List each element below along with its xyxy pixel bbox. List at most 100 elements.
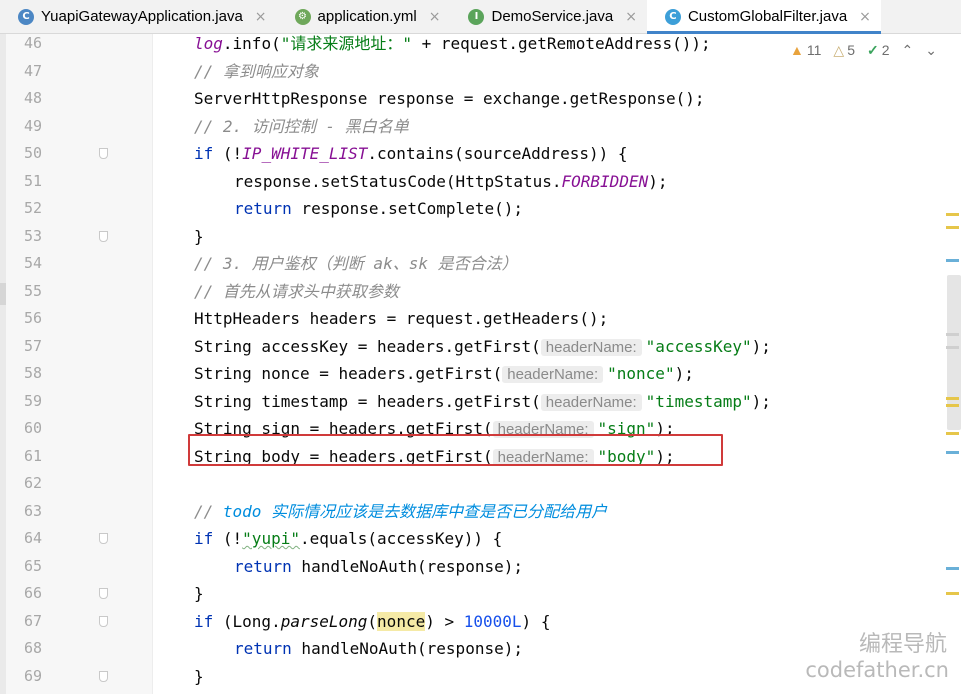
line-number[interactable]: 55 <box>0 278 42 306</box>
line-number[interactable]: 59 <box>0 388 42 416</box>
code-text[interactable]: return handleNoAuth(response); <box>234 553 523 581</box>
error-stripe-mark[interactable] <box>946 346 959 349</box>
error-stripe-mark[interactable] <box>946 592 959 595</box>
line-number[interactable]: 54 <box>0 250 42 278</box>
code-line[interactable]: 67 if (Long.parseLong(nonce) > 10000L) { <box>0 608 961 636</box>
code-text[interactable]: return response.setComplete(); <box>234 195 523 223</box>
error-stripe-mark[interactable] <box>946 213 959 216</box>
chevron-up-icon[interactable]: ⌃ <box>902 42 914 59</box>
error-stripe-mark[interactable] <box>946 404 959 407</box>
code-line[interactable]: 50 if (!IP_WHITE_LIST.contains(sourceAddr… <box>0 140 961 168</box>
code-text[interactable]: // 首先从请求头中获取参数 <box>194 278 399 306</box>
fold-marker-icon[interactable] <box>99 588 108 599</box>
error-stripe-mark[interactable] <box>946 567 959 570</box>
line-number[interactable]: 63 <box>0 498 42 526</box>
code-text[interactable]: // 3. 用户鉴权（判断 ak、sk 是否合法） <box>194 250 518 278</box>
fold-marker-icon[interactable] <box>99 533 108 544</box>
line-number[interactable]: 64 <box>0 525 42 553</box>
code-text[interactable]: if (!IP_WHITE_LIST.contains(sourceAddres… <box>194 140 628 168</box>
code-text[interactable]: HttpHeaders headers = request.getHeaders… <box>194 305 608 333</box>
code-line[interactable]: 65 return handleNoAuth(response); <box>0 553 961 581</box>
line-number[interactable]: 52 <box>0 195 42 223</box>
code-line[interactable]: 62 <box>0 470 961 498</box>
line-number[interactable]: 69 <box>0 663 42 691</box>
code-text[interactable]: response.setStatusCode(HttpStatus.FORBID… <box>234 168 667 196</box>
inspection-widget[interactable]: ▲ 11 △ 5 ✓ 2 ⌃ ⌄ <box>790 38 937 62</box>
line-number[interactable]: 65 <box>0 553 42 581</box>
code-text[interactable]: return handleNoAuth(response); <box>234 635 523 663</box>
fold-marker-icon[interactable] <box>99 670 108 682</box>
error-stripe-mark[interactable] <box>946 333 959 336</box>
code-line[interactable]: 59 String timestamp = headers.getFirst(he… <box>0 388 961 416</box>
line-number[interactable]: 67 <box>0 608 42 636</box>
code-line[interactable]: 63 // todo 实际情况应该是去数据库中查是否已分配给用户 <box>0 498 961 526</box>
line-number[interactable]: 56 <box>0 305 42 333</box>
code-line[interactable]: 52 return response.setComplete(); <box>0 195 961 223</box>
code-token: // 首先从请求头中获取参数 <box>194 281 399 301</box>
line-number[interactable]: 66 <box>0 580 42 608</box>
chevron-down-icon[interactable]: ⌄ <box>925 42 937 59</box>
editor-tab[interactable]: I DemoService.java × <box>450 0 646 33</box>
line-number[interactable]: 46 <box>0 30 42 58</box>
line-number[interactable]: 47 <box>0 58 42 86</box>
line-number[interactable]: 57 <box>0 333 42 361</box>
error-stripe-mark[interactable] <box>946 226 959 229</box>
editor-tab[interactable]: ⚙ application.yml × <box>277 0 451 33</box>
code-text[interactable]: } <box>194 663 204 691</box>
code-text[interactable]: if (Long.parseLong(nonce) > 10000L) { <box>194 608 550 636</box>
code-line[interactable]: 56 HttpHeaders headers = request.getHeade… <box>0 305 961 333</box>
code-text[interactable]: String nonce = headers.getFirst(headerNa… <box>194 360 694 389</box>
code-text[interactable]: // 2. 访问控制 - 黑白名单 <box>194 113 409 141</box>
code-line[interactable]: 57 String accessKey = headers.getFirst(he… <box>0 333 961 361</box>
code-line[interactable]: 58 String nonce = headers.getFirst(header… <box>0 360 961 388</box>
code-line[interactable]: 66} <box>0 580 961 608</box>
line-number[interactable]: 50 <box>0 140 42 168</box>
code-text[interactable]: } <box>194 223 204 251</box>
fold-marker-icon[interactable] <box>99 615 108 627</box>
line-number[interactable]: 61 <box>0 443 42 471</box>
line-number[interactable]: 68 <box>0 635 42 663</box>
line-number[interactable]: 53 <box>0 223 42 251</box>
fold-marker-icon[interactable] <box>99 230 108 242</box>
weak-warnings-count[interactable]: △ 5 <box>833 42 855 59</box>
fold-marker-icon[interactable] <box>99 148 108 159</box>
line-number[interactable]: 49 <box>0 113 42 141</box>
code-line[interactable]: 48 ServerHttpResponse response = exchange… <box>0 85 961 113</box>
code-line[interactable]: 53} <box>0 223 961 251</box>
line-number[interactable]: 60 <box>0 415 42 443</box>
code-line[interactable]: 51 response.setStatusCode(HttpStatus.FORB… <box>0 168 961 196</box>
editor-tab[interactable]: C YuapiGatewayApplication.java × <box>0 0 277 33</box>
line-number[interactable]: 62 <box>0 470 42 498</box>
code-token: ); <box>674 364 694 383</box>
error-stripe-mark[interactable] <box>946 397 959 400</box>
error-stripe-mark[interactable] <box>946 432 959 435</box>
line-number[interactable]: 51 <box>0 168 42 196</box>
code-text[interactable]: ServerHttpResponse response = exchange.g… <box>194 85 705 113</box>
close-icon[interactable]: × <box>429 9 441 25</box>
code-token: ); <box>751 391 771 411</box>
code-editor[interactable]: 46 log.info("请求来源地址：" + request.getRemote… <box>0 30 961 690</box>
close-icon[interactable]: × <box>255 9 267 25</box>
error-stripe-mark[interactable] <box>946 259 959 262</box>
code-line[interactable]: 64 if (!"yupi".equals(accessKey)) { <box>0 525 961 553</box>
code-text[interactable]: String accessKey = headers.getFirst(head… <box>194 333 771 362</box>
code-text[interactable]: if (!"yupi".equals(accessKey)) { <box>194 525 502 553</box>
code-text[interactable]: String timestamp = headers.getFirst(head… <box>194 388 771 417</box>
editor-tab[interactable]: C CustomGlobalFilter.java × <box>646 0 881 34</box>
typos-count[interactable]: ✓ 2 <box>867 42 890 59</box>
parameter-hint: headerName: <box>540 338 642 356</box>
code-text[interactable]: log.info("请求来源地址：" + request.getRemoteAd… <box>194 30 711 58</box>
code-token: // 拿到响应对象 <box>194 61 319 81</box>
code-line[interactable]: 49 // 2. 访问控制 - 黑白名单 <box>0 113 961 141</box>
code-line[interactable]: 54 // 3. 用户鉴权（判断 ak、sk 是否合法） <box>0 250 961 278</box>
line-number[interactable]: 58 <box>0 360 42 388</box>
code-text[interactable]: // todo 实际情况应该是去数据库中查是否已分配给用户 <box>194 498 607 526</box>
code-line[interactable]: 55 // 首先从请求头中获取参数 <box>0 278 961 306</box>
code-text[interactable]: // 拿到响应对象 <box>194 58 319 86</box>
close-icon[interactable]: × <box>625 9 637 25</box>
line-number[interactable]: 48 <box>0 85 42 113</box>
code-text[interactable]: } <box>194 580 204 608</box>
warnings-count[interactable]: ▲ 11 <box>790 42 821 58</box>
close-icon[interactable]: × <box>859 9 871 25</box>
error-stripe-mark[interactable] <box>946 451 959 454</box>
